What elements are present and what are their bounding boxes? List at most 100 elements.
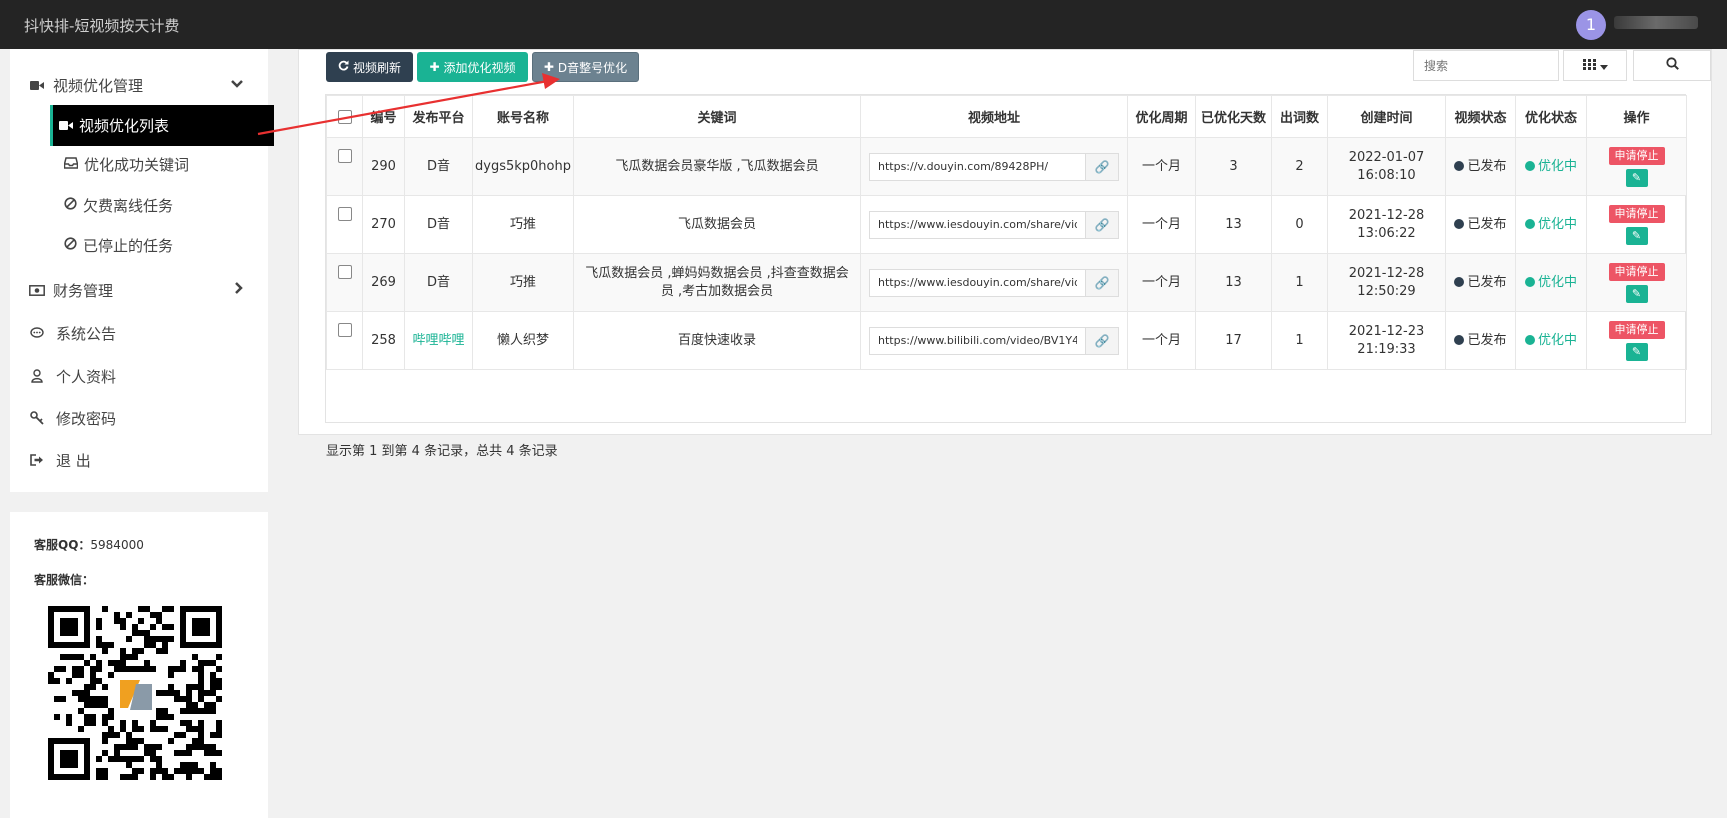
table-row: 270 D音 巧推 飞瓜数据会员 🔗 一个月 13 0 2021-12-28 13… [326,195,1687,254]
cell-opt-status: 优化中 [1515,253,1587,312]
col-header[interactable]: 已优化天数 [1195,95,1272,138]
qq-value: 5984000 [90,538,144,552]
edit-button[interactable]: ✎ [1625,226,1648,245]
sidebar-item-overdue-tasks[interactable]: 欠费离线任务 [50,187,274,223]
cell-id: 258 [362,311,405,370]
user-icon [29,368,45,384]
username-blurred[interactable] [1614,16,1698,29]
status-dot [1454,277,1465,287]
open-link-button[interactable]: 🔗 [1086,152,1119,181]
video-url-field[interactable] [869,268,1086,297]
video-url-group: 🔗 [869,152,1119,181]
cell-platform: D音 [404,137,473,196]
select-all-checkbox[interactable] [337,109,352,124]
search-input[interactable] [1413,50,1559,81]
edit-button[interactable]: ✎ [1625,342,1648,361]
cell-keywords: 百度快速收录 [573,311,861,370]
video-url-field[interactable] [869,152,1086,181]
col-header[interactable]: 发布平台 [404,95,473,138]
row-checkbox[interactable] [337,322,352,337]
col-header[interactable]: 优化状态 [1515,95,1587,138]
sidebar-item-video-list[interactable]: 视频优化列表 [50,105,274,146]
contact-qq: 客服QQ：5984000 [34,536,144,553]
request-stop-button[interactable]: 申请停止 [1608,204,1665,223]
cell-created: 2021-12-28 12:50:29 [1327,253,1446,312]
col-header[interactable]: 视频地址 [860,95,1128,138]
menu-label: 个人资料 [56,367,117,386]
cell-opt-status: 优化中 [1515,137,1587,196]
cell-period: 一个月 [1127,195,1196,254]
cell-created: 2022-01-07 16:08:10 [1327,137,1446,196]
user-avatar[interactable]: 1 [1576,10,1606,40]
opt-status-text: 优化中 [1537,216,1577,232]
select-all-cell[interactable] [326,95,363,138]
col-header[interactable]: 视频状态 [1445,95,1516,138]
cell-id: 269 [362,253,405,312]
menu-item-announcements[interactable]: 系统公告 [10,315,268,351]
refresh-videos-button[interactable]: 视频刷新 [326,52,413,82]
cell-days: 13 [1195,195,1272,254]
columns-toggle-button[interactable] [1563,50,1627,81]
cell-opt-status: 优化中 [1515,195,1587,254]
open-link-button[interactable]: 🔗 [1086,210,1119,239]
col-header[interactable]: 账号名称 [472,95,574,138]
col-header[interactable]: 操作 [1586,95,1687,138]
status-dot [1524,335,1535,345]
edit-button[interactable]: ✎ [1625,284,1648,303]
refresh-icon [338,60,349,74]
cell-period: 一个月 [1127,311,1196,370]
opt-status-text: 优化中 [1537,332,1577,348]
sidebar-item-success-keywords[interactable]: 优化成功关键词 [50,146,274,182]
status-dot [1454,219,1465,229]
cell-id: 290 [362,137,405,196]
menu-group-finance[interactable]: 财务管理 [10,272,268,308]
menu-group-video-optimization[interactable]: 视频优化管理 [10,67,268,103]
cell-created: 2021-12-28 13:06:22 [1327,195,1446,254]
col-header[interactable]: 创建时间 [1327,95,1446,138]
video-status-text: 已发布 [1467,332,1507,348]
open-link-button[interactable]: 🔗 [1086,268,1119,297]
request-stop-button[interactable]: 申请停止 [1608,320,1665,339]
opt-status-text: 优化中 [1537,158,1577,174]
menu-label: 系统公告 [56,324,117,343]
cell-keywords: 飞瓜数据会员豪华版 ,飞瓜数据会员 [573,137,861,196]
search-button[interactable] [1633,50,1711,81]
request-stop-button[interactable]: 申请停止 [1608,146,1665,165]
col-header[interactable]: 优化周期 [1127,95,1196,138]
contact-panel: 客服QQ：5984000 客服微信： [10,512,268,818]
menu-item-profile[interactable]: 个人资料 [10,358,268,394]
row-checkbox[interactable] [337,264,352,279]
sidebar-menu: 视频优化管理 视频优化列表 优化成功关键词 欠费离线任务 已停止的任务 财务管理 [10,49,274,492]
pencil-icon: ✎ [1631,228,1642,242]
created-time: 16:08:10 [1357,167,1416,183]
cell-account: 巧推 [472,253,574,312]
cell-days: 17 [1195,311,1272,370]
chevron-right-icon [234,281,244,299]
col-header[interactable]: 出词数 [1271,95,1328,138]
col-header[interactable]: 关键词 [573,95,861,138]
video-url-field[interactable] [869,326,1086,355]
ban-icon [64,236,77,254]
col-header[interactable]: 编号 [362,95,405,138]
video-url-field[interactable] [869,210,1086,239]
dy-account-optimize-button[interactable]: ✚ D音整号优化 [532,52,639,82]
created-date: 2022-01-07 [1348,149,1425,165]
row-checkbox[interactable] [337,148,352,163]
edit-button[interactable]: ✎ [1625,168,1648,187]
menu-item-logout[interactable]: 退 出 [10,442,268,478]
row-checkbox[interactable] [337,206,352,221]
main-content-card: 视频刷新 ✚ 添加优化视频 ✚ D音整号优化 搜索 编号 发布平台 账号名称 关… [298,49,1712,459]
search-icon [1665,57,1679,74]
sidebar-item-label: 优化成功关键词 [84,155,190,174]
menu-item-change-password[interactable]: 修改密码 [10,400,268,436]
cell-days: 13 [1195,253,1272,312]
plus-icon: ✚ [543,60,554,74]
sidebar-item-label: 欠费离线任务 [83,196,174,215]
sidebar-item-stopped-tasks[interactable]: 已停止的任务 [50,227,274,263]
video-status-text: 已发布 [1467,158,1507,174]
open-link-button[interactable]: 🔗 [1086,326,1119,355]
add-video-button[interactable]: ✚ 添加优化视频 [417,52,528,82]
request-stop-button[interactable]: 申请停止 [1608,262,1665,281]
cell-video-status: 已发布 [1445,195,1516,254]
table-header-row: 编号 发布平台 账号名称 关键词 视频地址 优化周期 已优化天数 出词数 创建时… [326,95,1687,138]
